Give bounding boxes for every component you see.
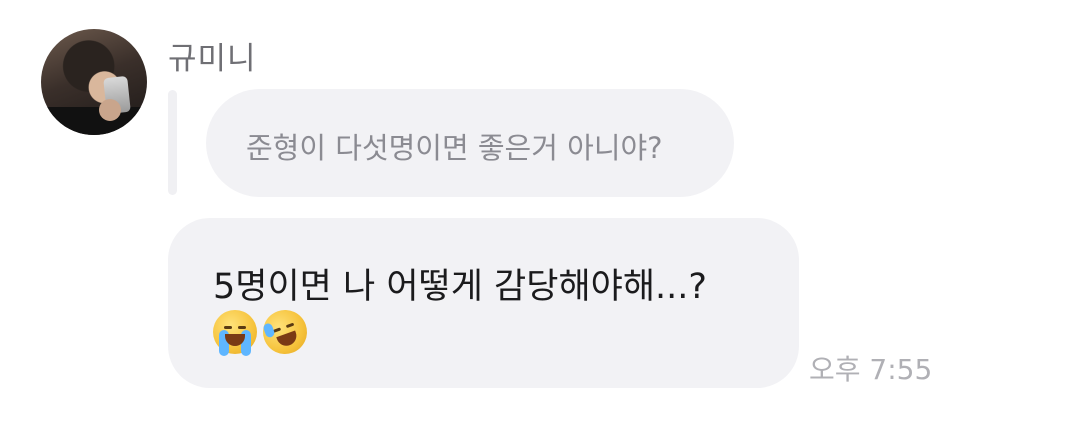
reply-indicator-bar bbox=[168, 90, 177, 195]
message-text: 5명이면 나 어떻게 감당해야해...? bbox=[213, 267, 707, 307]
hand-icon bbox=[99, 99, 121, 121]
reply-quote-text: 준형이 다섯명이면 좋은거 아니야? bbox=[246, 131, 663, 165]
message-timestamp: 오후 7:55 bbox=[809, 353, 933, 386]
sender-name: 규미니 bbox=[168, 41, 257, 77]
avatar-shirt bbox=[41, 107, 147, 135]
loudly-crying-face-icon bbox=[213, 310, 257, 356]
avatar[interactable] bbox=[41, 29, 147, 135]
